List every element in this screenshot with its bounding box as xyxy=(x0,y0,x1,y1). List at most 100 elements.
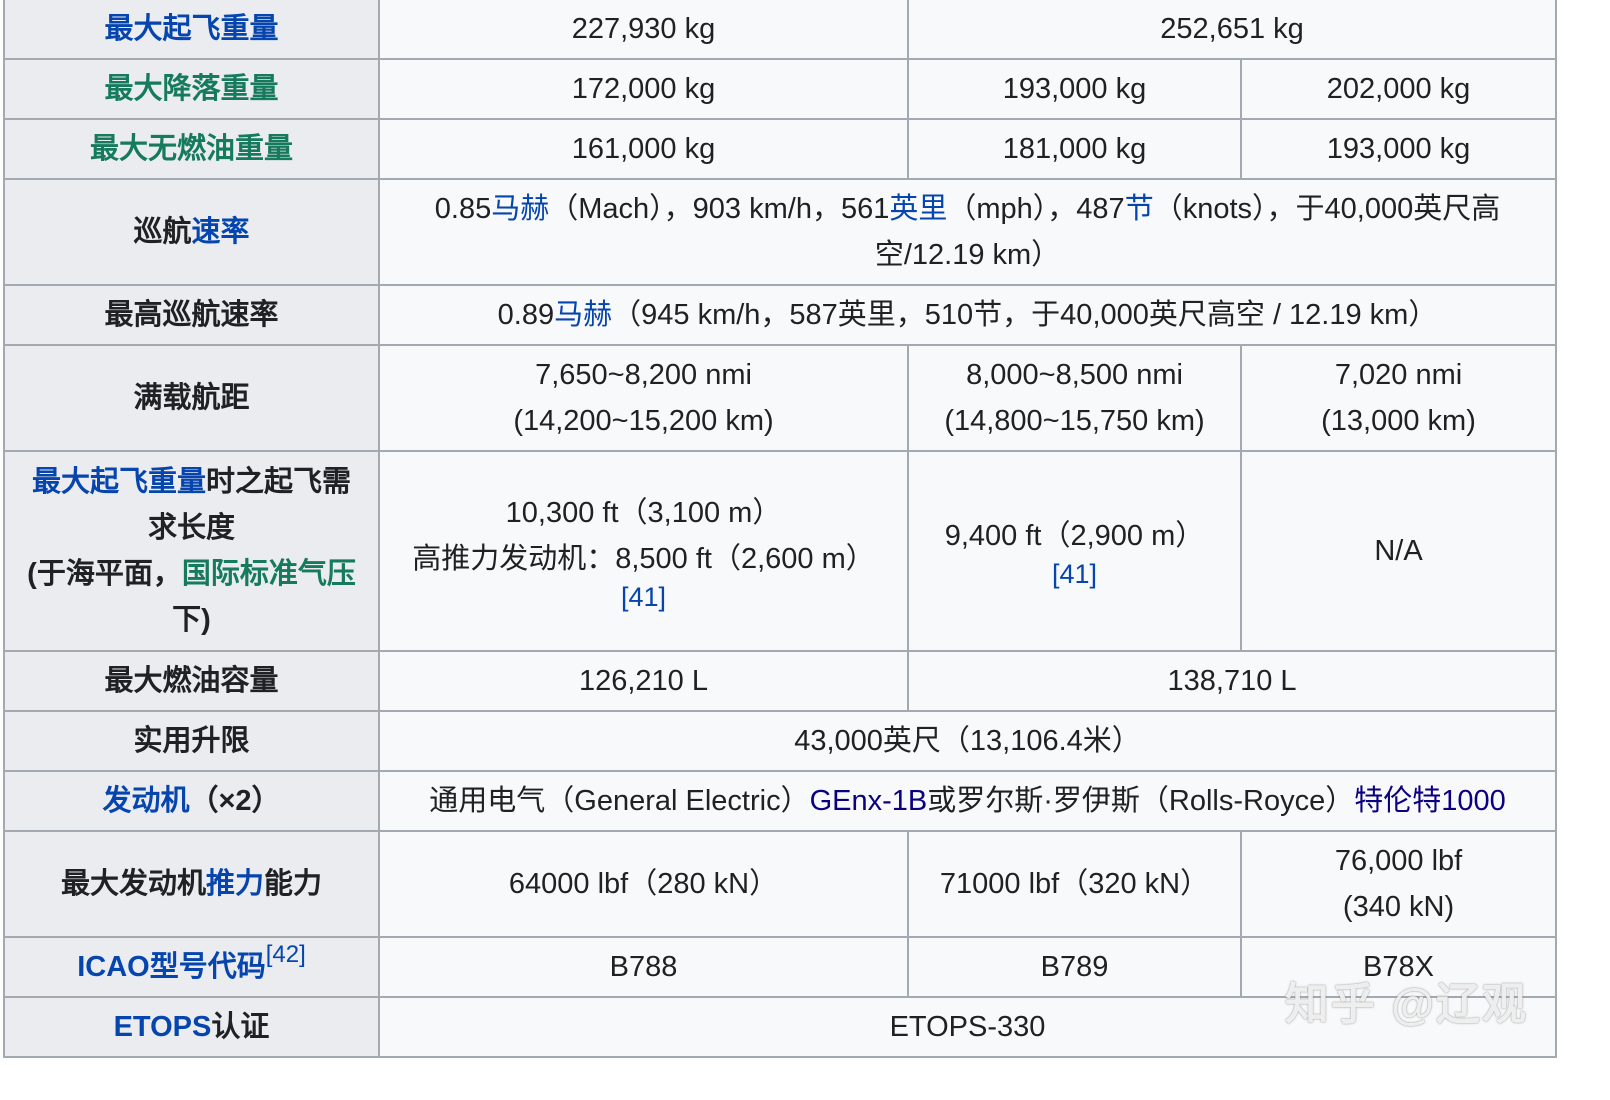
range-nmi: 8,000~8,500 nmi xyxy=(966,359,1183,391)
table-row-max-zero-fuel-weight: 最大无燃油重量 161,000 kg 181,000 kg 193,000 kg xyxy=(3,118,1558,180)
table-cell: 161,000 kg xyxy=(378,118,909,180)
table-cell: 172,000 kg xyxy=(378,58,909,120)
table-cell: 0.89马赫（945 km/h，587英里，510节，于40,000英尺高空 /… xyxy=(377,284,1558,346)
text-segment: （knots），于40,000英尺高 xyxy=(1153,193,1501,225)
row-header: 最大燃油容量 xyxy=(3,650,380,712)
table-cell: 9,400 ft（2,900 m） [41] xyxy=(907,450,1242,652)
table-row-fuel-capacity: 最大燃油容量 126,210 L 138,710 L xyxy=(3,650,1558,712)
table-cell: 76,000 lbf (340 kN) xyxy=(1239,830,1558,938)
table-cell: 0.85马赫（Mach），903 km/h，561英里（mph），487节（kn… xyxy=(377,178,1558,286)
table-cell: 7,650~8,200 nmi (14,200~15,200 km) xyxy=(378,344,909,452)
row-header: 最大降落重量 xyxy=(3,58,380,120)
table-cell: ETOPS-330 xyxy=(377,996,1558,1058)
table-row-icao-code: ICAO型号代码[42] B788 B789 B78X xyxy=(3,936,1558,998)
thrust-kn: (340 kN) xyxy=(1342,891,1455,923)
table-cell: 71000 lbf（320 kN） xyxy=(907,830,1242,938)
link-icao-code[interactable]: ICAO型号代码 xyxy=(77,951,266,983)
table-cell: 通用电气（General Electric）GEnx-1B或罗尔斯·罗伊斯（Ro… xyxy=(377,770,1558,832)
table-cell: 227,930 kg xyxy=(378,0,909,60)
range-km: (14,200~15,200 km) xyxy=(513,405,774,437)
table-cell: N/A xyxy=(1239,450,1558,652)
table-row-service-ceiling: 实用升限 43,000英尺（13,106.4米） xyxy=(3,710,1558,772)
table-row-range: 满载航距 7,650~8,200 nmi (14,200~15,200 km) 8… xyxy=(3,344,1558,452)
link-knot[interactable]: 节 xyxy=(1125,193,1154,225)
text-segment: 0.89 xyxy=(497,299,555,331)
row-header: 最大起飞重量时之起飞需 求长度 (于海平面，国际标准气压 下) xyxy=(3,450,380,652)
text-segment: 通用电气（General Electric） xyxy=(429,785,810,817)
table-row-etops: ETOPS认证 ETOPS-330 xyxy=(3,996,1558,1058)
link-speed[interactable]: 速率 xyxy=(192,216,250,248)
row-header: 最高巡航速率 xyxy=(3,284,380,346)
range-km: (13,000 km) xyxy=(1321,405,1476,437)
link-max-takeoff-weight[interactable]: 最大起飞重量 xyxy=(104,13,278,45)
range-nmi: 7,020 nmi xyxy=(1334,359,1463,391)
link-thrust[interactable]: 推力 xyxy=(206,868,264,900)
cruise-line-2: 空/12.19 km） xyxy=(874,239,1061,271)
link-max-zero-fuel-weight[interactable]: 最大无燃油重量 xyxy=(90,133,293,165)
table-cell: 64000 lbf（280 kN） xyxy=(378,830,909,938)
row-header: 巡航速率 xyxy=(3,178,380,286)
reference-link[interactable]: [42] xyxy=(266,941,306,968)
table-cell: 43,000英尺（13,106.4米） xyxy=(377,710,1558,772)
text-segment: 最大发动机 xyxy=(60,868,206,900)
text-segment: (于海平面， xyxy=(27,558,182,590)
table-cell: B788 xyxy=(378,936,909,998)
row-header: 最大无燃油重量 xyxy=(3,118,380,180)
table-row-max-takeoff-weight: 最大起飞重量 227,930 kg 252,651 kg xyxy=(3,0,1558,60)
reference-link[interactable]: [41] xyxy=(917,559,1232,589)
text-segment: 认证 xyxy=(211,1011,270,1043)
takeoff-label-line-3: (于海平面，国际标准气压 xyxy=(15,551,368,597)
range-km: (14,800~15,750 km) xyxy=(944,405,1205,437)
link-max-landing-weight[interactable]: 最大降落重量 xyxy=(104,73,278,105)
link-mile[interactable]: 英里 xyxy=(889,193,947,225)
link-engine[interactable]: 发动机 xyxy=(102,785,189,817)
takeoff-value-high-thrust: 高推力发动机：8,500 ft（2,600 m） xyxy=(412,543,875,575)
table-cell: 202,000 kg xyxy=(1239,58,1558,120)
row-header: ICAO型号代码[42] xyxy=(3,936,380,998)
link-genx[interactable]: GEnx-1B xyxy=(810,785,928,817)
table-row-max-thrust: 最大发动机推力能力 64000 lbf（280 kN） 71000 lbf（32… xyxy=(3,830,1558,938)
text-segment: 能力 xyxy=(264,868,323,900)
row-header: ETOPS认证 xyxy=(3,996,380,1058)
table-cell: 126,210 L xyxy=(378,650,909,712)
table-row-max-landing-weight: 最大降落重量 172,000 kg 193,000 kg 202,000 kg xyxy=(3,58,1558,120)
takeoff-label-line-1: 最大起飞重量时之起飞需 xyxy=(15,459,368,505)
link-trent-1000[interactable]: 特伦特1000 xyxy=(1354,785,1506,817)
text-segment: （945 km/h，587英里，510节，于40,000英尺高空 / 12.19… xyxy=(612,299,1438,331)
link-mach[interactable]: 马赫 xyxy=(491,193,549,225)
table-cell: 138,710 L xyxy=(906,650,1558,712)
table-cell: 7,020 nmi (13,000 km) xyxy=(1239,344,1558,452)
specs-table: 最大起飞重量 227,930 kg 252,651 kg 最大降落重量 172,… xyxy=(3,0,1558,1058)
takeoff-value: 10,300 ft（3,100 m） xyxy=(505,497,782,529)
row-header: 发动机（×2） xyxy=(3,770,380,832)
row-header: 最大起飞重量 xyxy=(3,0,380,60)
table-row-cruise-speed: 巡航速率 0.85马赫（Mach），903 km/h，561英里（mph），48… xyxy=(3,178,1558,286)
cruise-line-1: 0.85马赫（Mach），903 km/h，561英里（mph），487节（kn… xyxy=(388,186,1547,232)
link-mach[interactable]: 马赫 xyxy=(554,299,612,331)
table-cell: 193,000 kg xyxy=(907,58,1242,120)
takeoff-label-line-2: 求长度 xyxy=(147,512,235,544)
table-row-engines: 发动机（×2） 通用电气（General Electric）GEnx-1B或罗尔… xyxy=(3,770,1558,832)
reference-link[interactable]: [41] xyxy=(388,582,899,612)
text-segment: （Mach），903 km/h，561 xyxy=(549,193,890,225)
link-isa[interactable]: 国际标准气压 xyxy=(182,558,356,590)
row-label: 巡航 xyxy=(133,216,192,248)
link-max-takeoff-weight[interactable]: 最大起飞重量 xyxy=(32,466,206,498)
range-nmi: 7,650~8,200 nmi xyxy=(535,359,752,391)
text-segment: 时之起飞需 xyxy=(206,466,352,498)
takeoff-value: 9,400 ft（2,900 m） xyxy=(944,520,1205,552)
table-cell: B789 xyxy=(907,936,1242,998)
row-header: 最大发动机推力能力 xyxy=(3,830,380,938)
text-segment: （mph），487 xyxy=(947,193,1125,225)
text-segment: 或罗尔斯·罗伊斯（Rolls-Royce） xyxy=(927,785,1355,817)
link-etops[interactable]: ETOPS xyxy=(114,1011,212,1043)
table-row-max-cruise-speed: 最高巡航速率 0.89马赫（945 km/h，587英里，510节，于40,00… xyxy=(3,284,1558,346)
table-cell: 252,651 kg xyxy=(906,0,1558,60)
row-header: 实用升限 xyxy=(3,710,380,772)
takeoff-label-line-4: 下) xyxy=(172,604,211,636)
table-cell: 193,000 kg xyxy=(1239,118,1558,180)
table-cell: 8,000~8,500 nmi (14,800~15,750 km) xyxy=(907,344,1242,452)
thrust-lbf: 76,000 lbf xyxy=(1334,845,1463,877)
table-cell: 181,000 kg xyxy=(907,118,1242,180)
table-row-takeoff-length: 最大起飞重量时之起飞需 求长度 (于海平面，国际标准气压 下) 10,300 f… xyxy=(3,450,1558,652)
